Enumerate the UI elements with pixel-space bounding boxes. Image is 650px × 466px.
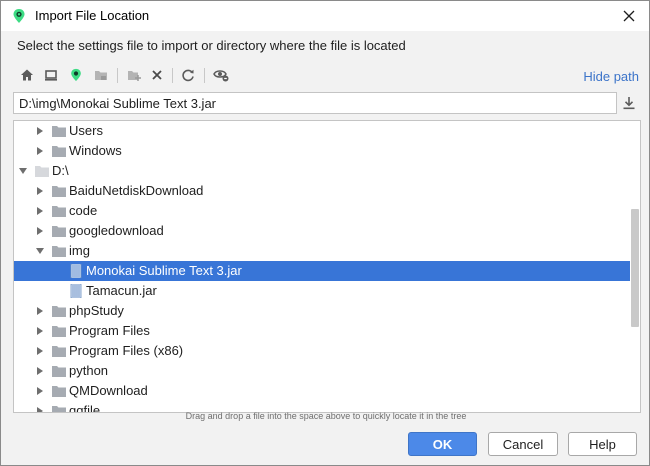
tree-folder-row[interactable]: Program Files (14, 321, 630, 341)
expand-down-arrow-icon[interactable] (35, 246, 45, 256)
tree-folder-row[interactable]: code (14, 201, 630, 221)
tree-folder-row[interactable]: Windows (14, 141, 630, 161)
project-icon (71, 68, 81, 82)
tree-file-row[interactable]: Monokai Sublime Text 3.jar (14, 261, 630, 281)
tree-folder-row[interactable]: python (14, 361, 630, 381)
tree-item-label: phpStudy (69, 303, 124, 318)
show-hidden-button[interactable] (211, 65, 231, 85)
tree-item-label: Tamacun.jar (86, 283, 157, 298)
project-button[interactable] (66, 65, 86, 85)
tree-item-label: Users (69, 123, 103, 138)
file-chooser-toolbar: Hide path (13, 65, 639, 87)
import-file-location-dialog: Import File Location Select the settings… (0, 0, 650, 466)
delete-button[interactable] (147, 65, 167, 85)
cancel-button[interactable]: Cancel (488, 432, 558, 456)
folder-icon (52, 346, 66, 357)
tree-folder-row[interactable]: BaiduNetdiskDownload (14, 181, 630, 201)
tree-folder-row[interactable]: D:\ (14, 161, 630, 181)
folder-icon (52, 366, 66, 377)
expand-down-arrow-icon[interactable] (18, 166, 28, 176)
desktop-button[interactable] (41, 65, 61, 85)
collapse-right-arrow-icon[interactable] (35, 346, 45, 356)
desktop-icon (45, 70, 57, 81)
close-icon (623, 10, 635, 22)
path-input[interactable] (13, 92, 617, 114)
tree-folder-row[interactable]: phpStudy (14, 301, 630, 321)
folder-icon (52, 146, 66, 157)
tree-item-label: Windows (69, 143, 122, 158)
folder-icon (52, 326, 66, 337)
refresh-icon (182, 69, 194, 82)
tree-item-label: Program Files (69, 323, 150, 338)
delete-icon (152, 70, 162, 80)
module-folder-icon (95, 71, 107, 80)
help-button[interactable]: Help (568, 432, 637, 456)
collapse-right-arrow-icon[interactable] (35, 126, 45, 136)
file-tree[interactable]: Users Windows D:\ BaiduNetdiskDownload code g… (13, 120, 641, 413)
drag-drop-hint: Drag and drop a file into the space abov… (185, 411, 467, 421)
tree-item-label: QMDownload (69, 383, 148, 398)
tree-item-label: D:\ (52, 163, 69, 178)
tree-item-label: googledownload (69, 223, 164, 238)
tree-folder-row[interactable]: Users (14, 121, 630, 141)
android-studio-icon (13, 9, 25, 23)
collapse-right-arrow-icon[interactable] (35, 226, 45, 236)
close-button[interactable] (617, 5, 641, 27)
tree-folder-row[interactable]: googledownload (14, 221, 630, 241)
toolbar-separator (117, 68, 118, 83)
folder-icon (52, 126, 66, 137)
tree-item-label: python (69, 363, 109, 378)
path-row (13, 92, 639, 116)
tree-item-label: Program Files (x86) (69, 343, 184, 358)
folder-icon (52, 206, 66, 217)
instruction-text: Select the settings file to import or di… (17, 38, 406, 53)
ok-button[interactable]: OK (408, 432, 477, 456)
collapse-right-arrow-icon[interactable] (35, 366, 45, 376)
collapse-right-arrow-icon[interactable] (35, 206, 45, 216)
title-bar: Import File Location (1, 1, 649, 31)
home-icon (21, 69, 33, 81)
collapse-right-arrow-icon[interactable] (35, 306, 45, 316)
window-title: Import File Location (35, 8, 150, 23)
collapse-right-arrow-icon[interactable] (35, 326, 45, 336)
folder-icon (52, 246, 66, 257)
jar-file-icon (70, 264, 82, 278)
toolbar-separator (204, 68, 205, 83)
show-hidden-icon (213, 70, 229, 82)
folder-icon (52, 386, 66, 397)
folder-icon (52, 306, 66, 317)
tree-item-label: Monokai Sublime Text 3.jar (86, 263, 242, 278)
folder-icon (52, 186, 66, 197)
folder-icon (52, 226, 66, 237)
hide-path-link[interactable]: Hide path (583, 69, 639, 84)
drive-folder-icon (35, 166, 49, 177)
jar-file-icon (70, 284, 82, 298)
vertical-scrollbar[interactable] (631, 209, 639, 327)
collapse-right-arrow-icon[interactable] (35, 146, 45, 156)
collapse-right-arrow-icon[interactable] (35, 186, 45, 196)
tree-folder-row[interactable]: img (14, 241, 630, 261)
tree-item-label: img (69, 243, 90, 258)
tree-folder-row[interactable]: QMDownload (14, 381, 630, 401)
collapse-right-arrow-icon[interactable] (35, 386, 45, 396)
tree-item-label: BaiduNetdiskDownload (69, 183, 204, 198)
module-folder-button[interactable] (91, 65, 111, 85)
tree-item-label: code (69, 203, 98, 218)
download-icon[interactable] (621, 95, 637, 111)
tree-file-row[interactable]: Tamacun.jar (14, 281, 630, 301)
home-button[interactable] (17, 65, 37, 85)
refresh-button[interactable] (178, 65, 198, 85)
tree-folder-row[interactable]: Program Files (x86) (14, 341, 630, 361)
toolbar-separator (172, 68, 173, 83)
new-folder-icon (128, 71, 141, 81)
new-folder-button[interactable] (124, 65, 144, 85)
